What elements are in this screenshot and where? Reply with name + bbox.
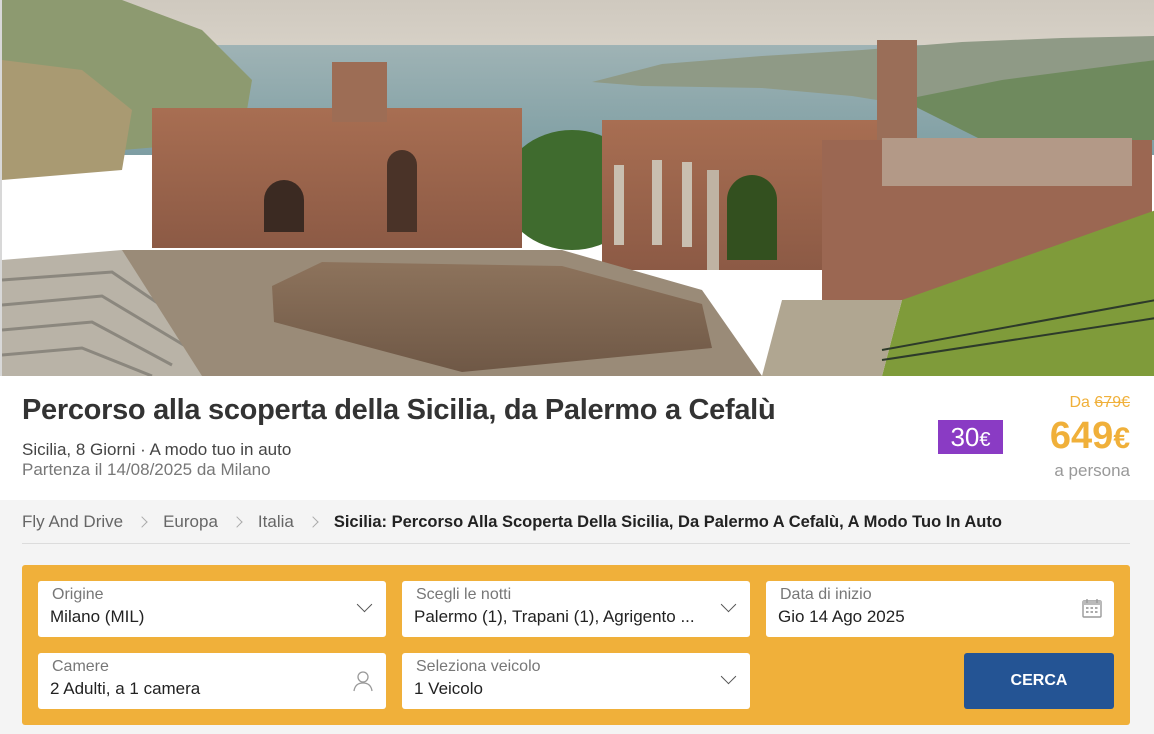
- breadcrumb-current: Sicilia: Percorso Alla Scoperta Della Si…: [333, 512, 1002, 531]
- nights-value: Palermo (1), Trapani (1), Agrigento ...: [414, 607, 695, 626]
- current-price-value: 649: [1049, 415, 1114, 457]
- breadcrumb-item-italia[interactable]: Italia: [258, 512, 294, 532]
- calendar-icon: [1082, 598, 1102, 623]
- breadcrumb: Fly And Drive Europa Italia Sicilia: Per…: [22, 510, 1002, 534]
- price-prefix: Da: [1069, 394, 1090, 411]
- page-title: Percorso alla scoperta della Sicilia, da…: [22, 394, 776, 426]
- offer-subtitle: Sicilia, 8 Giorni · A modo tuo in auto: [22, 440, 292, 459]
- offer-header: Percorso alla scoperta della Sicilia, da…: [0, 376, 1154, 500]
- user-icon: [352, 670, 374, 697]
- rooms-label: Camere: [52, 658, 109, 675]
- hero-image: [0, 0, 1154, 376]
- search-button[interactable]: CERCA: [964, 653, 1114, 709]
- old-price-line: Da 679€: [1050, 394, 1131, 412]
- discount-currency: €: [979, 429, 991, 451]
- origin-value: Milano (MIL): [50, 607, 145, 626]
- per-person-label: a persona: [1054, 461, 1130, 480]
- chevron-right-icon: [307, 516, 319, 528]
- nights-label: Scegli le notti: [416, 586, 512, 603]
- breadcrumb-item-fly-and-drive[interactable]: Fly And Drive: [22, 512, 123, 532]
- rooms-field[interactable]: Camere 2 Adulti, a 1 camera: [38, 653, 386, 709]
- current-price-currency: €: [1113, 422, 1130, 455]
- breadcrumb-divider: [22, 543, 1130, 544]
- chevron-down-icon: [720, 596, 737, 613]
- search-panel: Origine Milano (MIL) Scegli le notti Pal…: [22, 565, 1130, 725]
- current-price: 649€: [1050, 414, 1130, 461]
- price-block: Da 679€ 649€ a persona: [1050, 394, 1130, 481]
- nights-select[interactable]: Scegli le notti Palermo (1), Trapani (1)…: [402, 581, 750, 637]
- origin-label: Origine: [52, 586, 104, 603]
- chevron-right-icon: [231, 516, 243, 528]
- chevron-down-icon: [356, 596, 373, 613]
- start-date-field[interactable]: Data di inizio Gio 14 Ago 2025: [766, 581, 1114, 637]
- vehicle-value: 1 Veicolo: [414, 679, 483, 698]
- vehicle-label: Seleziona veicolo: [416, 658, 541, 675]
- breadcrumb-item-europa[interactable]: Europa: [163, 512, 218, 532]
- rooms-value: 2 Adulti, a 1 camera: [50, 679, 201, 698]
- start-date-value: Gio 14 Ago 2025: [778, 607, 905, 626]
- old-price: 679€: [1094, 394, 1130, 411]
- origin-select[interactable]: Origine Milano (MIL): [38, 581, 386, 637]
- departure-info: Partenza il 14/08/2025 da Milano: [22, 460, 271, 479]
- chevron-right-icon: [136, 516, 148, 528]
- vehicle-select[interactable]: Seleziona veicolo 1 Veicolo: [402, 653, 750, 709]
- chevron-down-icon: [720, 668, 737, 685]
- discount-value: 30: [950, 422, 980, 452]
- start-date-label: Data di inizio: [780, 586, 872, 603]
- discount-badge: 30€: [938, 420, 1003, 454]
